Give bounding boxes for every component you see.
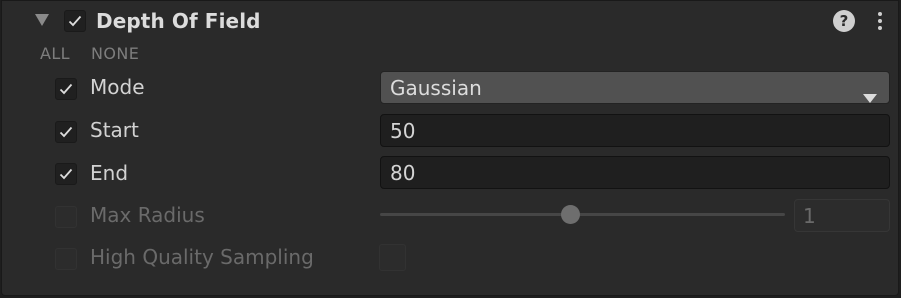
max-radius-input[interactable]: 1 bbox=[794, 199, 890, 232]
start-label: Start bbox=[90, 118, 139, 142]
panel-header[interactable]: Depth Of Field ? bbox=[2, 1, 898, 41]
end-input[interactable]: 80 bbox=[380, 156, 890, 189]
max-radius-slider-handle[interactable] bbox=[560, 205, 580, 224]
end-override-checkbox[interactable] bbox=[55, 163, 77, 185]
max-radius-slider-track[interactable] bbox=[380, 213, 785, 216]
depth-of-field-panel: Depth Of Field ? ALL NONE Mode Gaussian … bbox=[1, 0, 899, 296]
foldout-triangle-icon[interactable] bbox=[33, 12, 51, 28]
mode-override-checkbox[interactable] bbox=[55, 78, 77, 100]
panel-title: Depth Of Field bbox=[96, 9, 261, 33]
start-override-checkbox[interactable] bbox=[55, 121, 77, 143]
high-quality-sampling-checkbox[interactable] bbox=[379, 244, 406, 271]
max-radius-override-checkbox[interactable] bbox=[55, 206, 77, 228]
header-enabled-checkbox[interactable] bbox=[64, 10, 86, 32]
more-vertical-icon[interactable] bbox=[871, 10, 889, 32]
chevron-down-icon bbox=[863, 84, 877, 108]
high-quality-sampling-label: High Quality Sampling bbox=[90, 245, 314, 269]
mode-label: Mode bbox=[90, 75, 145, 99]
help-circle-icon[interactable]: ? bbox=[833, 10, 855, 32]
mode-dropdown[interactable]: Gaussian bbox=[380, 71, 890, 104]
high-quality-sampling-override-checkbox[interactable] bbox=[55, 248, 77, 270]
max-radius-label: Max Radius bbox=[90, 203, 205, 227]
mode-dropdown-value: Gaussian bbox=[390, 76, 482, 100]
none-toggle-button[interactable]: NONE bbox=[91, 44, 139, 63]
end-label: End bbox=[90, 161, 129, 185]
all-toggle-button[interactable]: ALL bbox=[40, 44, 70, 63]
start-input[interactable]: 50 bbox=[380, 114, 890, 147]
